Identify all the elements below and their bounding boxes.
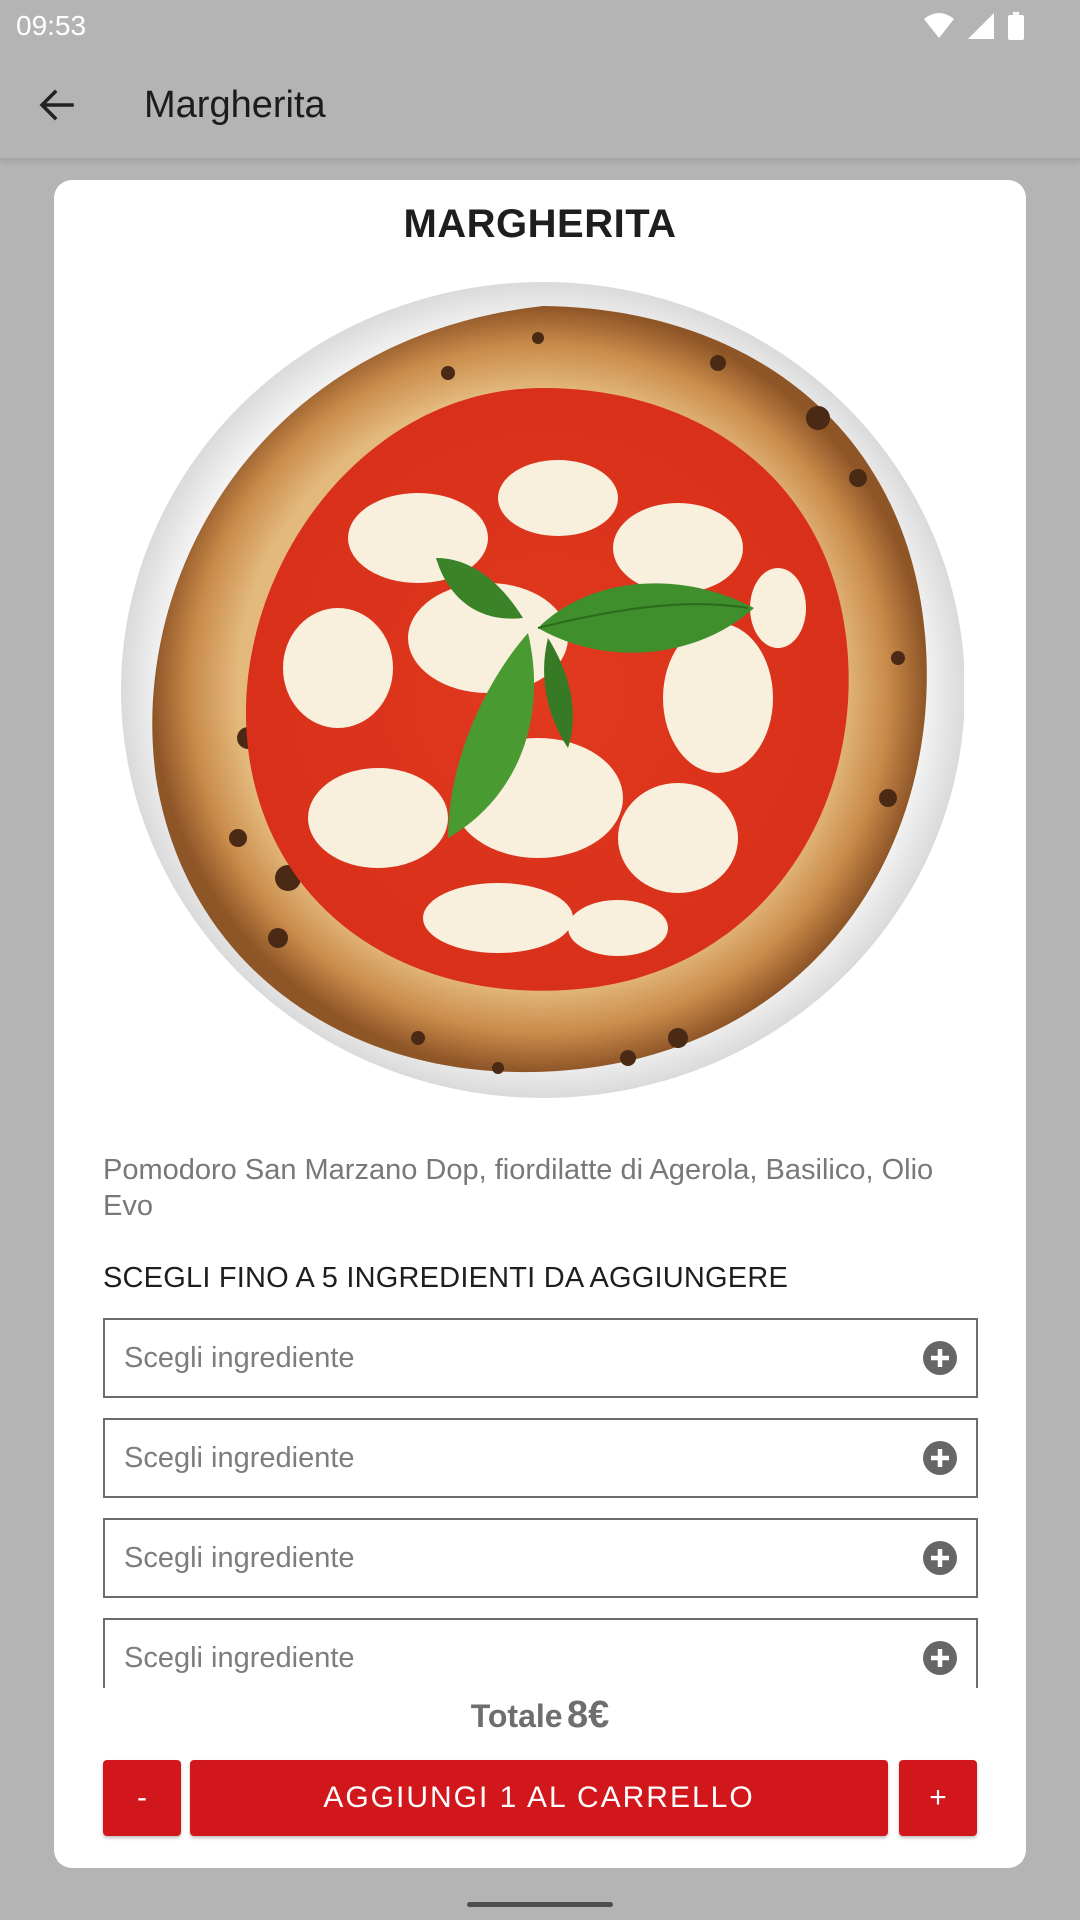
status-time: 09:53: [16, 10, 87, 41]
product-card: MARGHERITA Pomodoro San Marzano Dop, fio…: [54, 180, 1026, 1868]
status-bar: 09:53: [0, 0, 1080, 52]
ingredient-select-3[interactable]: Scegli ingrediente: [103, 1518, 978, 1598]
decrease-quantity-button[interactable]: -: [103, 1760, 181, 1836]
back-button[interactable]: [28, 77, 84, 133]
add-to-cart-button[interactable]: AGGIUNGI 1 AL CARRELLO: [190, 1760, 888, 1836]
gesture-nav-handle[interactable]: [467, 1902, 613, 1907]
ingredients-list[interactable]: Scegli ingrediente Scegli ingrediente Sc…: [103, 1318, 978, 1688]
total-value: 8€: [567, 1694, 610, 1736]
ingredient-placeholder: Scegli ingrediente: [124, 1341, 355, 1374]
arrow-left-icon: [39, 89, 74, 121]
ingredients-section-label: SCEGLI FINO A 5 INGREDIENTI DA AGGIUNGER…: [103, 1262, 789, 1294]
pizza-margherita-photo: [121, 282, 964, 1098]
wifi-icon: [924, 13, 954, 38]
ingredient-placeholder: Scegli ingrediente: [124, 1541, 355, 1574]
signal-icon: [968, 13, 994, 39]
increase-quantity-button[interactable]: +: [899, 1760, 977, 1836]
app-bar: Margherita: [0, 52, 1080, 160]
status-icons: [924, 12, 1024, 40]
ingredient-placeholder: Scegli ingrediente: [124, 1641, 355, 1674]
product-description: Pomodoro San Marzano Dop, fiordilatte di…: [103, 1154, 934, 1222]
ingredient-select-1[interactable]: Scegli ingrediente: [103, 1318, 978, 1398]
plus-circle-icon[interactable]: [922, 1440, 958, 1476]
plus-circle-icon[interactable]: [922, 1640, 958, 1676]
ingredient-select-2[interactable]: Scegli ingrediente: [103, 1418, 978, 1498]
cart-total: Totale 8€: [54, 1694, 1026, 1737]
battery-icon: [1008, 12, 1024, 40]
product-title: MARGHERITA: [403, 202, 677, 246]
app-bar-title: Margherita: [144, 83, 326, 126]
total-label: Totale: [470, 1698, 563, 1734]
ingredient-select-4[interactable]: Scegli ingrediente: [103, 1618, 978, 1688]
plus-circle-icon[interactable]: [922, 1540, 958, 1576]
ingredient-placeholder: Scegli ingrediente: [124, 1441, 355, 1474]
plus-circle-icon[interactable]: [922, 1340, 958, 1376]
